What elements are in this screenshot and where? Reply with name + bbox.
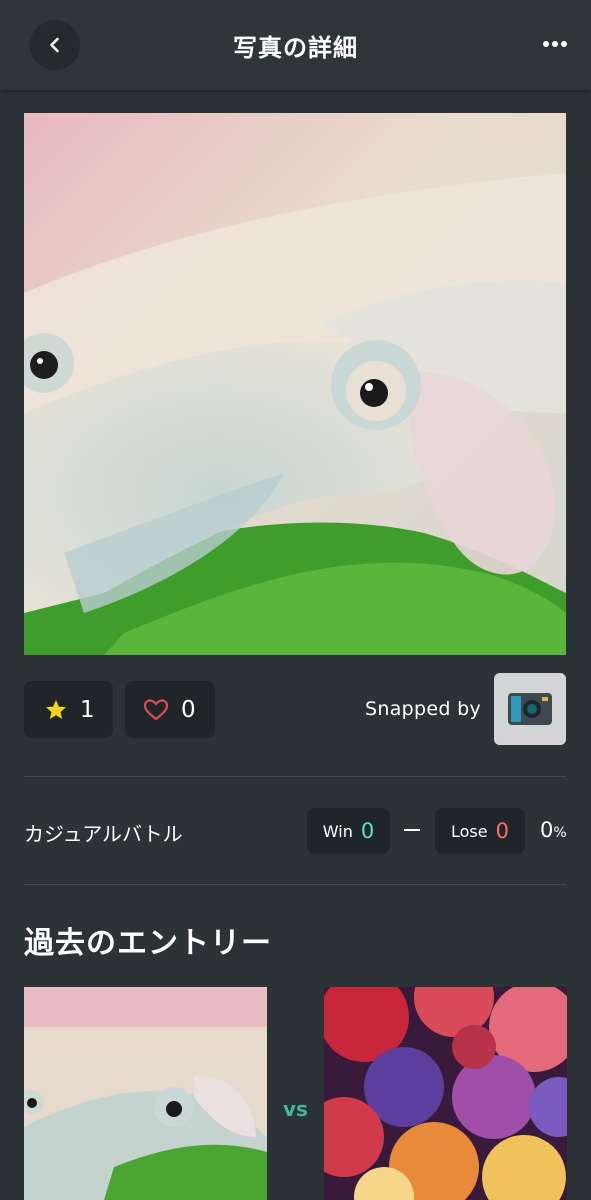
snapper-avatar[interactable] — [494, 673, 566, 745]
win-rate: 0% — [540, 818, 567, 842]
divider — [24, 884, 566, 885]
more-options-button[interactable] — [539, 32, 571, 56]
star-count: 1 — [80, 696, 95, 723]
vs-label: vs — [283, 1097, 308, 1121]
win-label: Win — [322, 821, 353, 841]
win-rate-value: 0 — [540, 818, 554, 842]
win-count: 0 — [360, 819, 375, 843]
battle-mode-label: カジュアルバトル — [24, 822, 183, 846]
separator-dash — [404, 829, 420, 831]
lose-label: Lose — [451, 821, 488, 841]
like-count: 0 — [181, 696, 196, 723]
camera-icon — [494, 673, 566, 745]
main-photo[interactable] — [24, 113, 566, 655]
lose-badge: Lose 0 — [435, 808, 525, 854]
entry-thumbnail-right[interactable] — [324, 987, 567, 1200]
past-entries-title: 過去のエントリー — [24, 926, 272, 961]
divider — [24, 776, 566, 777]
star-count-button[interactable]: 1 — [24, 681, 113, 738]
win-badge: Win 0 — [307, 808, 390, 854]
page-title: 写真の詳細 — [233, 34, 358, 62]
lose-count: 0 — [495, 819, 509, 843]
more-dots-icon — [543, 41, 567, 47]
top-bar: 写真の詳細 — [0, 0, 591, 90]
entry-thumbnail-left[interactable] — [24, 987, 267, 1200]
snapped-by-label: Snapped by — [365, 698, 481, 720]
like-count-button[interactable]: 0 — [125, 681, 215, 738]
heart-outline-icon — [143, 698, 169, 720]
win-rate-unit: % — [553, 825, 567, 841]
star-icon — [46, 699, 66, 719]
